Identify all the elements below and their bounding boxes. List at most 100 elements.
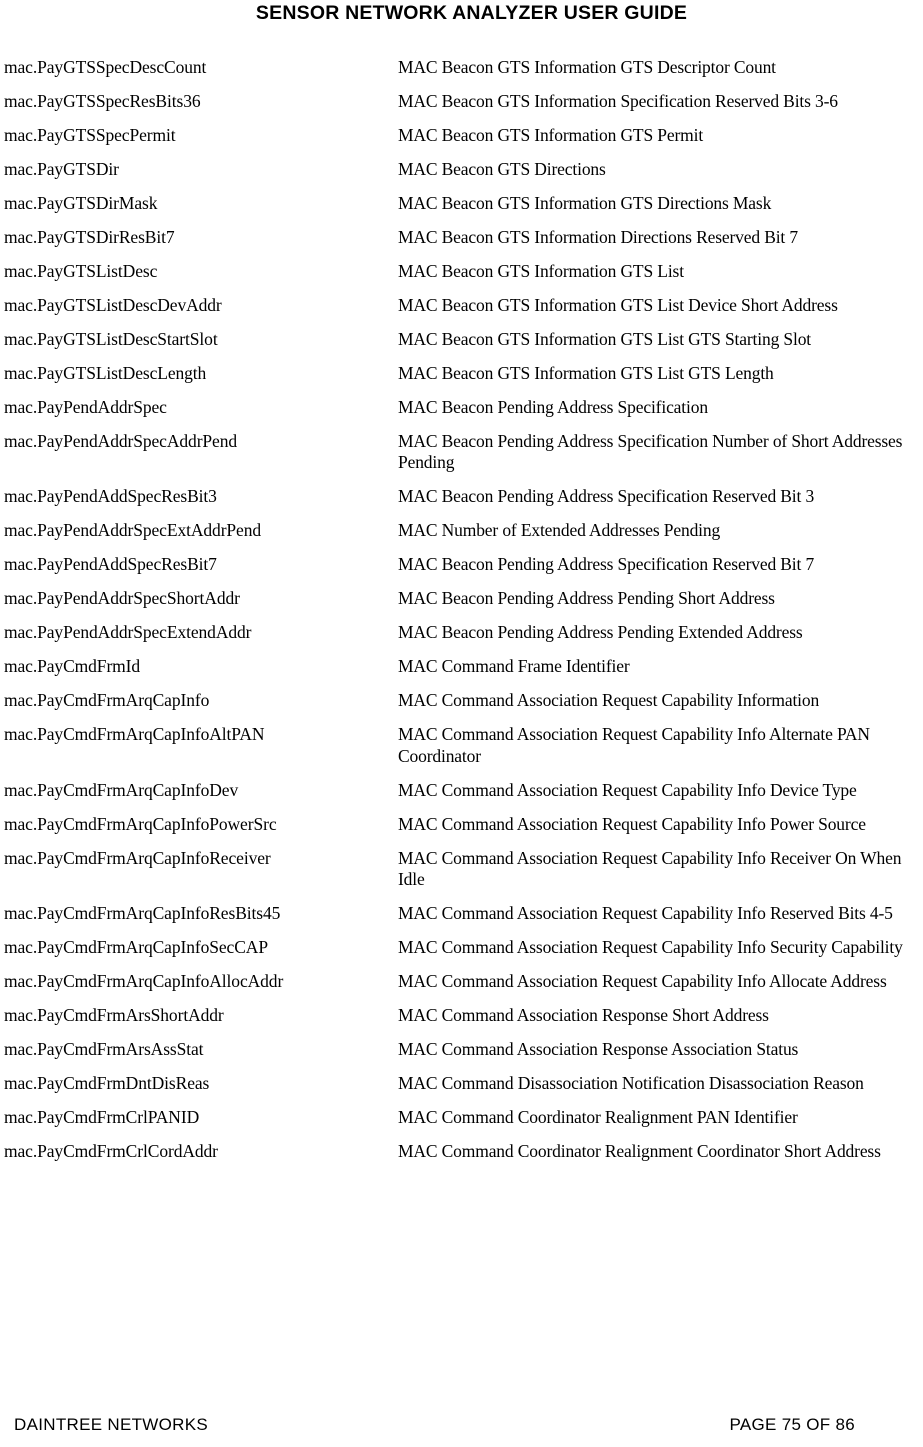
glossary-term: mac.PayPendAddrSpecAddrPend [4, 431, 238, 451]
glossary-row: mac.PayPendAddSpecResBit3 MAC Beacon Pend… [4, 486, 919, 507]
glossary-row: mac.PayPendAddrSpecExtAddrPend MAC Number… [4, 520, 919, 541]
glossary-definition: MAC Command Association Request Capabili… [398, 779, 857, 800]
glossary-term: mac.PayPendAddrSpecExtendAddr [4, 622, 252, 643]
glossary-definition: MAC Beacon Pending Address Pending Exten… [398, 622, 803, 643]
glossary-term: mac.PayPendAddrSpecExtAddrPend [4, 520, 262, 541]
glossary-term: mac.PayGTSSpecPermit [4, 125, 176, 145]
glossary-definition: MAC Command Disassociation Notification … [398, 1073, 864, 1094]
glossary-definition: MAC Command Frame Identifier [398, 656, 630, 677]
page-footer: DAINTREE NETWORKS PAGE 75 OF 86 [0, 1411, 923, 1435]
footer-page-number: PAGE 75 OF 86 [729, 1415, 855, 1434]
glossary-term: mac.PayCmdFrmArqCapInfoDev [4, 779, 239, 800]
glossary-definition: MAC Beacon GTS Information GTS Direction… [398, 193, 772, 213]
glossary-definition: MAC Beacon GTS Directions [398, 159, 606, 179]
glossary-term: mac.PayCmdFrmArqCapInfoAltPAN [4, 724, 265, 745]
glossary-row: mac.PayCmdFrmArqCapInfoSecCAP MAC Command… [4, 937, 919, 958]
page-header: SENSOR NETWORK ANALYZER USER GUIDE [0, 2, 923, 25]
glossary-row: mac.PayCmdFrmArqCapInfoResBits45 MAC Comm… [4, 903, 919, 924]
glossary-definition: MAC Beacon GTS Information GTS List GTS … [398, 329, 812, 349]
glossary-term: mac.PayGTSListDescDevAddr [4, 295, 222, 315]
glossary-definition: MAC Beacon Pending Address Specification [398, 397, 708, 417]
glossary-definition: MAC Command Association Request Capabili… [398, 971, 887, 992]
glossary-row: mac.PayCmdFrmDntDisReas MAC Command Disas… [4, 1073, 919, 1094]
glossary-row: mac.PayPendAddrSpec MAC Beacon Pending Ad… [4, 397, 919, 418]
glossary-row: mac.PayGTSSpecResBits36 MAC Beacon GTS In… [4, 91, 919, 112]
glossary-row: mac.PayPendAddSpecResBit7 MAC Beacon Pend… [4, 554, 919, 575]
glossary-term: mac.PayPendAddrSpec [4, 397, 167, 417]
glossary-term: mac.PayCmdFrmArqCapInfo [4, 690, 210, 711]
glossary-term: mac.PayGTSSpecDescCount [4, 57, 207, 77]
glossary-definition: MAC Beacon Pending Address Specification… [398, 554, 815, 575]
glossary-row: mac.PayCmdFrmArsShortAddr MAC Command Ass… [4, 1005, 919, 1026]
glossary-term: mac.PayPendAddSpecResBit3 [4, 486, 217, 507]
glossary-definition: MAC Command Association Request Capabili… [398, 937, 903, 958]
glossary-definition: MAC Command Association Request Capabili… [398, 903, 893, 924]
glossary-term: mac.PayGTSDirMask [4, 193, 158, 213]
glossary-term: mac.PayPendAddSpecResBit7 [4, 554, 217, 575]
glossary-term: mac.PayCmdFrmArqCapInfoAllocAddr [4, 971, 284, 992]
glossary-row: mac.PayCmdFrmArsAssStat MAC Command Assoc… [4, 1039, 919, 1060]
glossary-row: mac.PayGTSDirResBit7 MAC Beacon GTS Infor… [4, 227, 919, 248]
glossary-definition: MAC Command Coordinator Realignment Coor… [398, 1141, 881, 1162]
glossary-definition: MAC Command Association Response Short A… [398, 1005, 769, 1026]
glossary-row: mac.PayCmdFrmId MAC Command Frame Identif… [4, 656, 919, 677]
glossary-term: mac.PayGTSSpecResBits36 [4, 91, 201, 111]
glossary-row: mac.PayGTSListDescLength MAC Beacon GTS I… [4, 363, 919, 384]
glossary-definition: MAC Command Association Response Associa… [398, 1039, 799, 1060]
glossary-row: mac.PayCmdFrmArqCapInfoAltPAN MAC Command… [4, 724, 919, 767]
glossary-term: mac.PayGTSListDescLength [4, 363, 207, 383]
glossary-row: mac.PayGTSListDescDevAddr MAC Beacon GTS … [4, 295, 919, 316]
glossary-definition: MAC Beacon GTS Information Specification… [398, 91, 838, 111]
footer-company-name: DAINTREE NETWORKS [14, 1415, 209, 1434]
glossary-row: mac.PayGTSListDescStartSlot MAC Beacon GT… [4, 329, 919, 350]
glossary-definition: MAC Beacon GTS Information GTS List GTS … [398, 363, 774, 383]
glossary-term: mac.PayGTSDir [4, 159, 119, 179]
glossary-term: mac.PayCmdFrmArqCapInfoPowerSrc [4, 813, 277, 834]
glossary-row: mac.PayGTSDir MAC Beacon GTS Directions [4, 159, 919, 180]
glossary-row: mac.PayCmdFrmArqCapInfoAllocAddr MAC Comm… [4, 971, 919, 992]
glossary-row: mac.PayGTSDirMask MAC Beacon GTS Informat… [4, 193, 919, 214]
glossary-definition: MAC Command Association Request Capabili… [398, 813, 866, 834]
glossary-term: mac.PayGTSListDescStartSlot [4, 329, 218, 349]
glossary-definition: MAC Command Coordinator Realignment PAN … [398, 1107, 798, 1128]
glossary-definition: MAC Beacon Pending Address Specification… [398, 431, 903, 473]
glossary-term: mac.PayPendAddrSpecShortAddr [4, 588, 240, 609]
glossary-row: mac.PayCmdFrmArqCapInfoReceiver MAC Comma… [4, 848, 919, 891]
glossary-row: mac.PayCmdFrmCrlCordAddr MAC Command Coor… [4, 1141, 919, 1162]
glossary-row: mac.PayCmdFrmArqCapInfoPowerSrc MAC Comma… [4, 814, 919, 835]
glossary-definition: MAC Beacon Pending Address Specification… [398, 486, 815, 507]
glossary-definition: MAC Number of Extended Addresses Pending [398, 520, 721, 541]
glossary-term: mac.PayGTSDirResBit7 [4, 227, 175, 247]
glossary-row: mac.PayCmdFrmArqCapInfo MAC Command Assoc… [4, 690, 919, 711]
glossary-definition: MAC Beacon GTS Information Directions Re… [398, 227, 798, 247]
glossary-row: mac.PayCmdFrmCrlPANID MAC Command Coordin… [4, 1107, 919, 1128]
glossary-row: mac.PayPendAddrSpecShortAddr MAC Beacon P… [4, 588, 919, 609]
document-page: SENSOR NETWORK ANALYZER USER GUIDE mac.P… [0, 0, 923, 1447]
glossary-row: mac.PayPendAddrSpecAddrPend MAC Beacon Pe… [4, 431, 919, 474]
glossary-row: mac.PayGTSSpecPermit MAC Beacon GTS Infor… [4, 125, 919, 146]
glossary-definition: MAC Command Association Request Capabili… [398, 724, 870, 766]
glossary-term: mac.PayCmdFrmArsAssStat [4, 1039, 204, 1060]
glossary-term: mac.PayCmdFrmArqCapInfoResBits45 [4, 903, 281, 924]
glossary-definition: MAC Beacon GTS Information GTS Descripto… [398, 57, 776, 77]
glossary-definition: MAC Command Association Request Capabili… [398, 690, 820, 711]
glossary-term: mac.PayCmdFrmDntDisReas [4, 1073, 210, 1094]
glossary-definition: MAC Beacon GTS Information GTS List Devi… [398, 295, 838, 315]
glossary-definition: MAC Command Association Request Capabili… [398, 847, 902, 890]
glossary-definition: MAC Beacon GTS Information GTS List [398, 261, 684, 281]
glossary-definition: MAC Beacon Pending Address Pending Short… [398, 588, 775, 609]
glossary-term: mac.PayCmdFrmArqCapInfoSecCAP [4, 937, 268, 958]
glossary-table: mac.PayGTSSpecDescCount MAC Beacon GTS In… [4, 57, 919, 1175]
glossary-term: mac.PayCmdFrmCrlPANID [4, 1107, 200, 1128]
glossary-row: mac.PayPendAddrSpecExtendAddr MAC Beacon … [4, 622, 919, 643]
glossary-term: mac.PayCmdFrmArsShortAddr [4, 1005, 224, 1026]
glossary-row: mac.PayCmdFrmArqCapInfoDev MAC Command As… [4, 780, 919, 801]
glossary-term: mac.PayGTSListDesc [4, 261, 158, 281]
glossary-row: mac.PayGTSListDesc MAC Beacon GTS Informa… [4, 261, 919, 282]
glossary-term: mac.PayCmdFrmArqCapInfoReceiver [4, 847, 271, 868]
glossary-term: mac.PayCmdFrmCrlCordAddr [4, 1141, 218, 1162]
glossary-row: mac.PayGTSSpecDescCount MAC Beacon GTS In… [4, 57, 919, 78]
page-title: SENSOR NETWORK ANALYZER USER GUIDE [255, 2, 688, 24]
glossary-definition: MAC Beacon GTS Information GTS Permit [398, 125, 704, 145]
glossary-term: mac.PayCmdFrmId [4, 656, 141, 677]
